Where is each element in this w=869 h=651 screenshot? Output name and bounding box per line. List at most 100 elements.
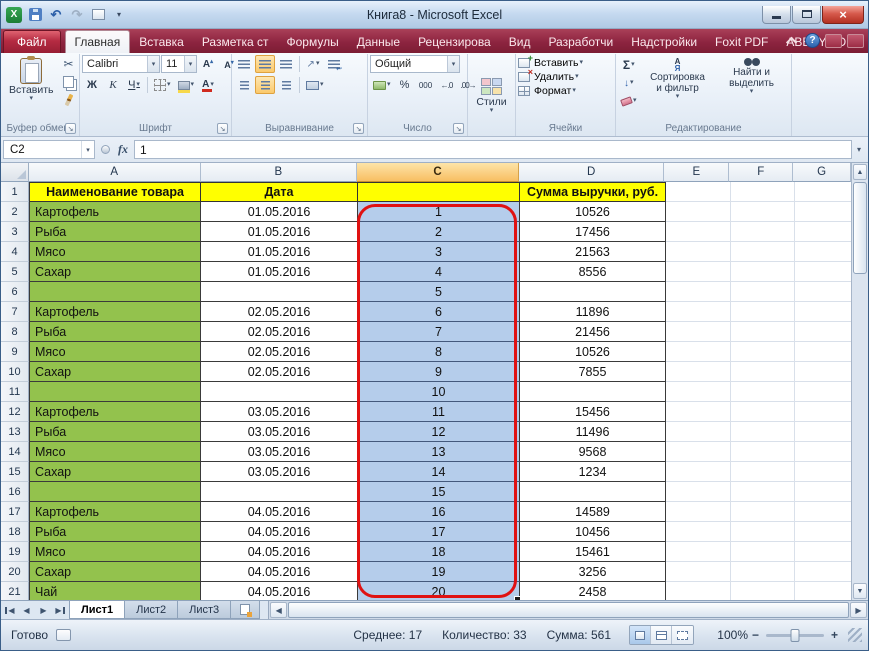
cell-B18[interactable]: 04.05.2016 [201,522,358,542]
cell-A19[interactable]: Мясо [29,542,201,562]
cell-C9[interactable]: 8 [358,342,520,362]
cell-C10[interactable]: 9 [358,362,520,382]
currency-format-button[interactable] [370,76,394,94]
vertical-scrollbar[interactable]: ▲ ▼ [851,163,868,600]
row-header-7[interactable]: 7 [1,302,29,322]
cell-A1[interactable]: Наименование товара [29,182,201,202]
row-header-9[interactable]: 9 [1,342,29,362]
cell-C14[interactable]: 13 [358,442,520,462]
ribbon-tab-Вставка[interactable]: Вставка [130,31,193,53]
cell-F5[interactable] [731,262,795,282]
cell-A5[interactable]: Сахар [29,262,201,282]
cell-F20[interactable] [731,562,795,582]
cell-D2[interactable]: 10526 [520,202,666,222]
cell-B21[interactable]: 04.05.2016 [201,582,358,600]
cell-D9[interactable]: 10526 [520,342,666,362]
formula-input[interactable]: 1 [134,140,852,159]
cell-D3[interactable]: 17456 [520,222,666,242]
cell-B9[interactable]: 02.05.2016 [201,342,358,362]
cell-A18[interactable]: Рыба [29,522,201,542]
zoom-out-button[interactable]: − [748,628,763,642]
cell-B15[interactable]: 03.05.2016 [201,462,358,482]
cell-C1[interactable] [358,182,520,202]
page-layout-view-button[interactable] [651,626,672,644]
cell-E4[interactable] [666,242,731,262]
cell-A17[interactable]: Картофель [29,502,201,522]
font-name-select[interactable]: Calibri [82,55,160,73]
cell-F12[interactable] [731,402,795,422]
page-break-view-button[interactable] [672,626,693,644]
undo-button[interactable] [47,6,65,23]
sheet-tab-Лист3[interactable]: Лист3 [177,601,231,619]
column-header-G[interactable]: G [793,163,851,182]
align-center-button[interactable] [255,76,275,94]
scroll-down-icon[interactable]: ▼ [853,583,867,599]
workbook-window-button-1[interactable] [825,34,842,48]
cell-E6[interactable] [666,282,731,302]
percent-format-button[interactable]: % [395,76,415,94]
cell-G5[interactable] [795,262,851,282]
cell-B7[interactable]: 02.05.2016 [201,302,358,322]
cell-C4[interactable]: 3 [358,242,520,262]
ribbon-tab-Foxit PDF[interactable]: Foxit PDF [706,31,777,53]
qat-customize-dropdown[interactable] [110,6,128,23]
fill-button[interactable] [618,74,640,92]
cell-B8[interactable]: 02.05.2016 [201,322,358,342]
row-header-10[interactable]: 10 [1,362,29,382]
cell-G9[interactable] [795,342,851,362]
column-header-C[interactable]: C [357,163,519,182]
cell-C2[interactable]: 1 [358,202,520,222]
cell-B5[interactable]: 01.05.2016 [201,262,358,282]
ribbon-tab-Файл[interactable]: Файл [3,30,61,53]
cell-F15[interactable] [731,462,795,482]
cell-F2[interactable] [731,202,795,222]
cell-D4[interactable]: 21563 [520,242,666,262]
last-sheet-icon[interactable]: ▶ [52,601,69,619]
cell-C5[interactable]: 4 [358,262,520,282]
cell-E14[interactable] [666,442,731,462]
cell-C11[interactable]: 10 [358,382,520,402]
excel-logo-icon[interactable]: X [5,6,23,23]
name-box[interactable]: C2 [3,140,95,159]
fill-handle[interactable] [514,596,521,600]
borders-button[interactable] [151,76,174,94]
align-middle-button[interactable] [255,55,275,73]
insert-sheet-button[interactable] [230,601,260,619]
cell-D18[interactable]: 10456 [520,522,666,542]
ribbon-tab-Данные[interactable]: Данные [348,31,409,53]
cell-F4[interactable] [731,242,795,262]
cell-B17[interactable]: 04.05.2016 [201,502,358,522]
cell-G14[interactable] [795,442,851,462]
fill-color-button[interactable] [175,76,198,94]
cell-G20[interactable] [795,562,851,582]
cell-F16[interactable] [731,482,795,502]
cell-A16[interactable] [29,482,201,502]
record-macro-icon[interactable] [56,629,71,641]
sort-filter-button[interactable]: АЯ Сортировка и фильтр [642,55,714,102]
cell-C13[interactable]: 12 [358,422,520,442]
cell-E11[interactable] [666,382,731,402]
cell-G15[interactable] [795,462,851,482]
ribbon-tab-Разработчи[interactable]: Разработчи [539,31,622,53]
cell-G19[interactable] [795,542,851,562]
cell-B3[interactable]: 01.05.2016 [201,222,358,242]
cell-G1[interactable] [795,182,851,202]
name-box-splitter[interactable] [101,145,110,154]
cell-A2[interactable]: Картофель [29,202,201,222]
cell-F21[interactable] [731,582,795,600]
cell-A12[interactable]: Картофель [29,402,201,422]
cell-C8[interactable]: 7 [358,322,520,342]
next-sheet-icon[interactable]: ▶ [35,601,52,619]
clear-button[interactable] [618,92,640,110]
save-button[interactable] [26,6,44,23]
insert-function-button[interactable]: fx [118,142,128,157]
cell-E19[interactable] [666,542,731,562]
bold-button[interactable]: Ж [82,76,102,94]
cell-F8[interactable] [731,322,795,342]
row-header-19[interactable]: 19 [1,542,29,562]
cell-C18[interactable]: 17 [358,522,520,542]
ribbon-tab-Главная[interactable]: Главная [65,30,131,53]
cell-D13[interactable]: 11496 [520,422,666,442]
resize-grip[interactable] [848,628,862,642]
cut-button[interactable] [59,55,79,73]
